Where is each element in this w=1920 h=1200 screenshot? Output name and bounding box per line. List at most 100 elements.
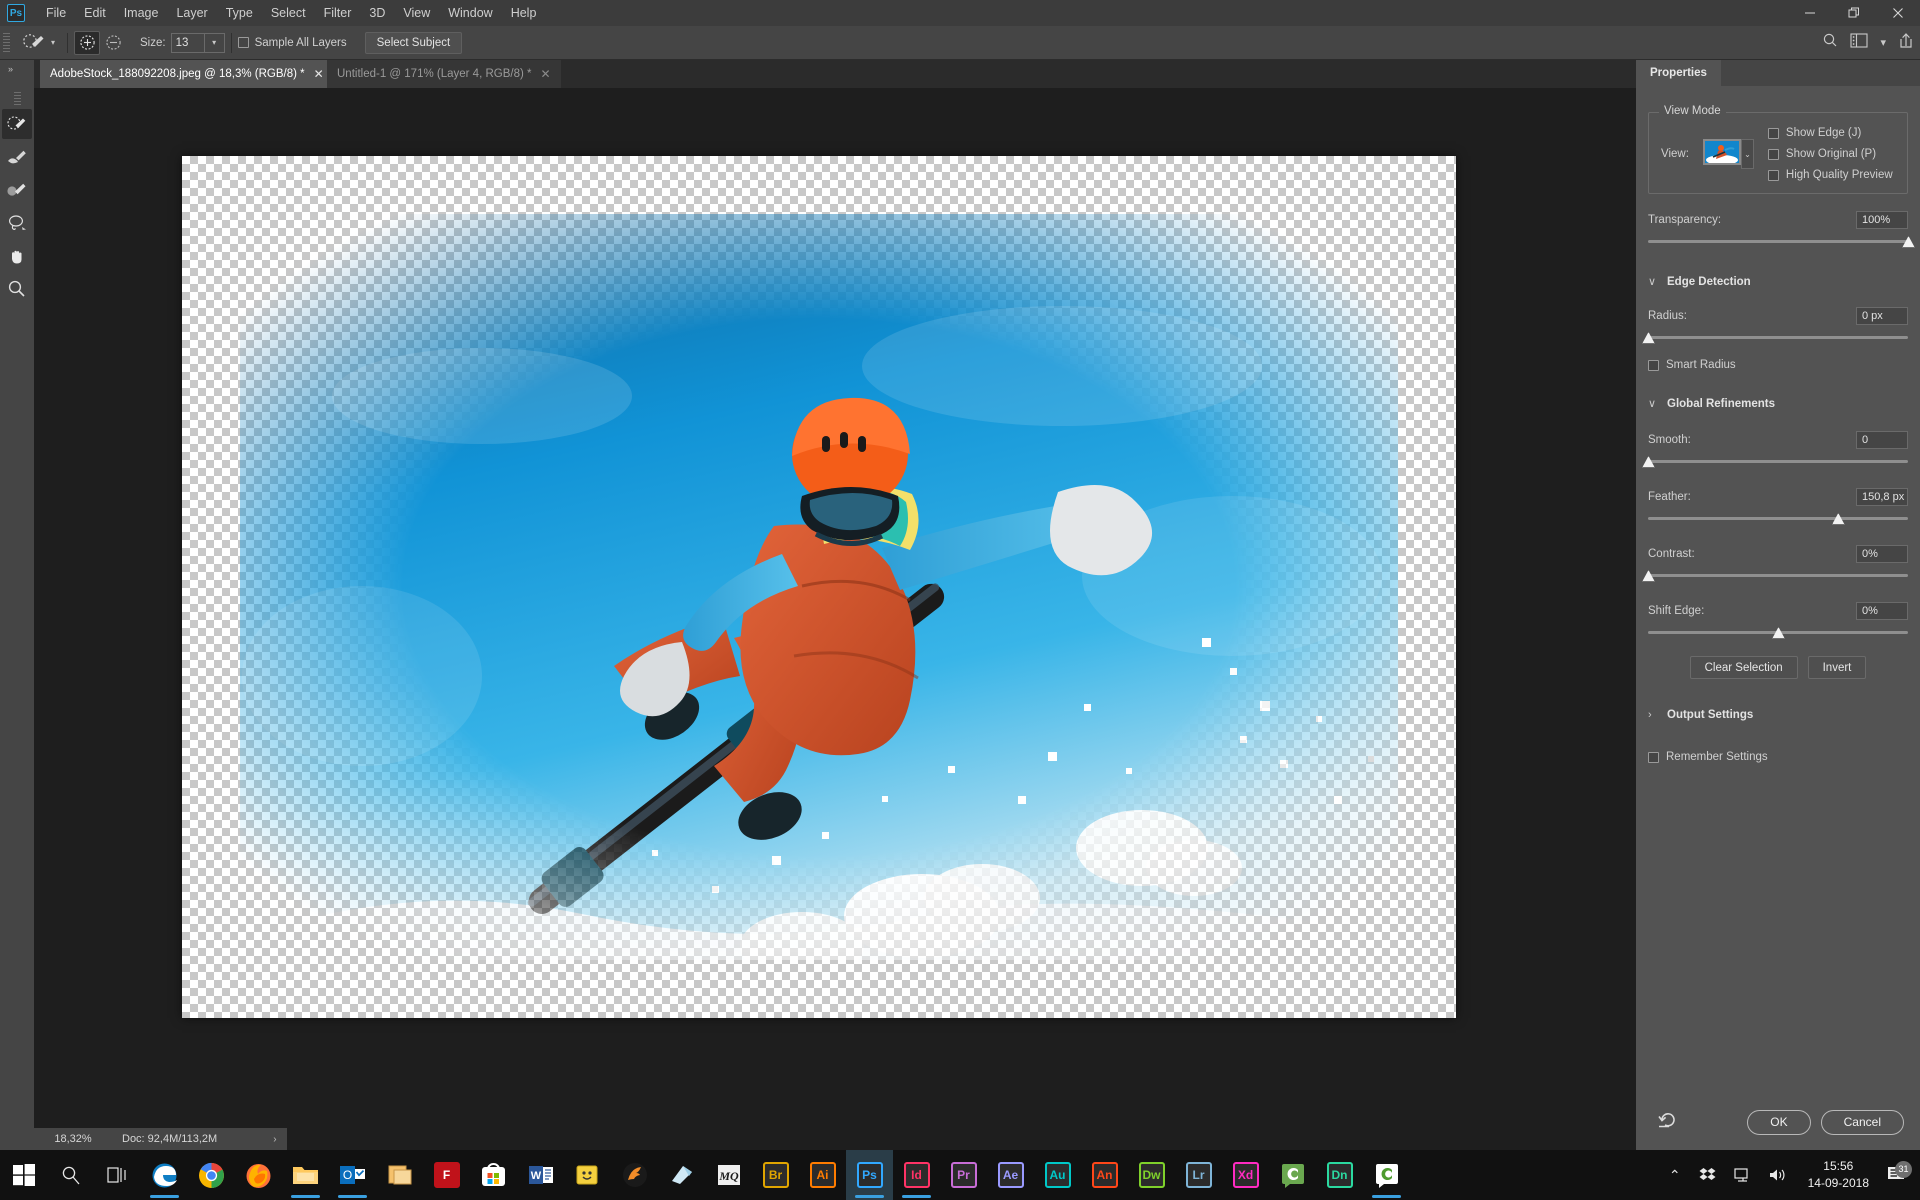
display-icon[interactable] (1725, 1167, 1760, 1183)
taskbar-item-fontlab[interactable]: F (423, 1150, 470, 1200)
brush-tool[interactable] (2, 175, 32, 205)
smart-radius-checkbox[interactable]: Smart Radius (1648, 359, 1908, 371)
feather-value[interactable]: 150,8 px (1856, 488, 1908, 506)
brush-size-input[interactable]: 13 (171, 33, 205, 53)
show-edge-checkbox[interactable]: Show Edge (J) (1768, 127, 1893, 139)
search-icon[interactable] (1822, 32, 1838, 53)
document-canvas[interactable] (182, 156, 1456, 1018)
brush-size-dropdown[interactable]: ▾ (205, 33, 225, 53)
taskbar-item-audition[interactable]: Au (1034, 1150, 1081, 1200)
expand-panels-icon[interactable]: » (0, 60, 34, 74)
zoom-level[interactable]: 18,32% (34, 1128, 112, 1150)
menu-item-file[interactable]: File (37, 2, 75, 24)
taskbar-item-file-explorer[interactable] (282, 1150, 329, 1200)
close-button[interactable] (1876, 0, 1920, 26)
taskbar-item-dreamweaver[interactable]: Dw (1128, 1150, 1175, 1200)
chevron-down-icon[interactable]: ∨ (1648, 397, 1658, 410)
global-refinements-section[interactable]: ∨ Global Refinements (1648, 397, 1908, 410)
menu-item-window[interactable]: Window (439, 2, 501, 24)
view-thumbnail-selector[interactable]: ⌄ (1703, 139, 1754, 169)
cancel-button[interactable]: Cancel (1821, 1110, 1904, 1135)
status-expand-icon[interactable]: › (273, 1134, 276, 1145)
taskbar-item-firefox[interactable] (235, 1150, 282, 1200)
taskbar-item-bridge[interactable]: Br (752, 1150, 799, 1200)
select-subject-button[interactable]: Select Subject (365, 32, 463, 54)
taskbar-item-premiere[interactable]: Pr (940, 1150, 987, 1200)
chevron-down-icon[interactable]: ▾ (1880, 36, 1886, 49)
view-mode-dropdown[interactable]: ⌄ (1741, 139, 1754, 169)
taskbar-item-notes-app[interactable] (564, 1150, 611, 1200)
radius-value[interactable]: 0 px (1856, 307, 1908, 325)
taskbar-item-camtasia-editor[interactable] (1363, 1150, 1410, 1200)
chevron-down-icon[interactable]: ∨ (1648, 275, 1658, 288)
checkbox-box[interactable] (1768, 149, 1779, 160)
start-button[interactable] (0, 1150, 47, 1200)
taskbar-item-camtasia[interactable] (1269, 1150, 1316, 1200)
checkbox-box[interactable] (1648, 752, 1659, 763)
menu-item-edit[interactable]: Edit (75, 2, 115, 24)
zoom-tool[interactable] (2, 274, 32, 304)
taskbar-item-illustrator[interactable]: Ai (799, 1150, 846, 1200)
shift-edge-track[interactable] (1648, 626, 1908, 640)
menu-item-layer[interactable]: Layer (167, 2, 216, 24)
contrast-value[interactable]: 0% (1856, 545, 1908, 563)
invert-button[interactable]: Invert (1808, 656, 1867, 679)
add-to-selection-button[interactable] (74, 31, 100, 55)
output-settings-section[interactable]: › Output Settings (1648, 709, 1908, 721)
taskbar-item-lightroom[interactable]: Lr (1175, 1150, 1222, 1200)
taskbar-item-musescore[interactable]: MQ (705, 1150, 752, 1200)
contrast-track[interactable] (1648, 569, 1908, 583)
edge-detection-section[interactable]: ∨ Edge Detection (1648, 275, 1908, 288)
taskbar-item-photoshop[interactable]: Ps (846, 1150, 893, 1200)
view-thumbnail[interactable] (1703, 139, 1741, 165)
taskbar-item-onenote[interactable] (658, 1150, 705, 1200)
checkbox-box[interactable] (1768, 128, 1779, 139)
workspace-switcher-icon[interactable] (1850, 33, 1868, 53)
smooth-value[interactable]: 0 (1856, 431, 1908, 449)
clock[interactable]: 15:56 14-09-2018 (1796, 1158, 1881, 1192)
subtract-from-selection-button[interactable] (100, 31, 126, 55)
taskbar-item-animate[interactable]: An (1081, 1150, 1128, 1200)
task-view-button[interactable] (94, 1150, 141, 1200)
options-bar-grip[interactable] (3, 33, 10, 53)
taskbar-item-xd[interactable]: Xd (1222, 1150, 1269, 1200)
document-tab-inactive[interactable]: Untitled-1 @ 171% (Layer 4, RGB/8) * ✕ (327, 60, 561, 88)
restore-button[interactable] (1832, 0, 1876, 26)
menu-item-select[interactable]: Select (262, 2, 315, 24)
tool-preset-caret[interactable]: ▾ (51, 38, 55, 47)
taskbar-item-microsoft-store[interactable] (470, 1150, 517, 1200)
taskbar-item-edge[interactable] (141, 1150, 188, 1200)
chevron-right-icon[interactable]: › (1648, 709, 1658, 721)
menu-item-filter[interactable]: Filter (315, 2, 361, 24)
transparency-track[interactable] (1648, 235, 1908, 249)
checkbox-box[interactable] (1768, 170, 1779, 181)
menu-item-help[interactable]: Help (502, 2, 546, 24)
close-icon[interactable]: ✕ (540, 67, 550, 81)
taskbar-item-outlook[interactable]: O (329, 1150, 376, 1200)
taskbar-item-indesign[interactable]: Id (893, 1150, 940, 1200)
tools-panel-grip[interactable] (14, 92, 21, 106)
active-tool-preset[interactable]: ▾ (15, 32, 61, 54)
taskbar-item-word[interactable]: W (517, 1150, 564, 1200)
minimize-button[interactable] (1788, 0, 1832, 26)
tray-chevron-icon[interactable]: ⌃ (1660, 1167, 1690, 1184)
refine-edge-brush-tool[interactable] (2, 142, 32, 172)
checkbox-box[interactable] (238, 37, 249, 48)
shift-edge-value[interactable]: 0% (1856, 602, 1908, 620)
reset-icon[interactable] (1658, 1111, 1677, 1133)
taskbar-item-sticky-notes[interactable] (376, 1150, 423, 1200)
radius-track[interactable] (1648, 331, 1908, 345)
taskbar-item-fl-studio[interactable] (611, 1150, 658, 1200)
menu-item-3d[interactable]: 3D (360, 2, 394, 24)
taskbar-item-chrome[interactable] (188, 1150, 235, 1200)
feather-track[interactable] (1648, 512, 1908, 526)
share-icon[interactable] (1898, 32, 1914, 54)
clear-selection-button[interactable]: Clear Selection (1690, 656, 1798, 679)
taskbar-item-dimension[interactable]: Dn (1316, 1150, 1363, 1200)
checkbox-box[interactable] (1648, 360, 1659, 371)
menu-item-view[interactable]: View (394, 2, 439, 24)
menu-item-type[interactable]: Type (217, 2, 262, 24)
remember-settings-checkbox[interactable]: Remember Settings (1648, 751, 1908, 763)
canvas-area[interactable]: 18,32% Doc: 92,4M/113,2M › (34, 88, 1636, 1150)
document-tab-active[interactable]: AdobeStock_188092208.jpeg @ 18,3% (RGB/8… (40, 60, 334, 88)
